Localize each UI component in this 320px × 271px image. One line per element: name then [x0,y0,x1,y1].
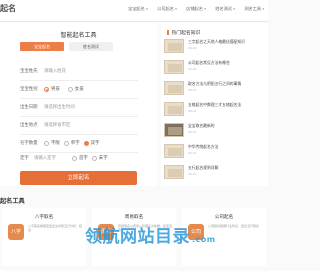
surname-label: 宝宝姓氏 [20,69,38,74]
fixed-last-radio[interactable]: 末字 [91,155,108,161]
article-title: 五格起名中数理三才五格起名法 [188,102,242,107]
radio-unchecked-icon [44,140,49,146]
nav-baby-naming[interactable]: 宝宝起名▼ [128,6,148,12]
article-item[interactable]: 五格起名中数理三才五格起名法 06-01 [164,102,268,118]
tool-description: 八字取名根据宝宝出生时辰五行分析，结合 [28,224,83,233]
fixed-char-label: 定字 [20,156,29,161]
article-date: 06-01 [188,172,197,176]
birthplace-picker[interactable]: 请选择省市区 [44,122,70,128]
divider [20,98,138,99]
article-item[interactable]: 中华传统起名方法 06-01 [164,144,268,160]
site-logo[interactable]: 起名 [0,3,16,14]
radio-checked-icon [83,140,89,146]
article-item[interactable]: 宝宝取名最新的 06-01 [164,123,268,139]
chevron-down-icon: ▼ [145,7,149,11]
name-count-row: 名字数量 不限 单字 双字 [20,140,103,146]
bazi-icon: 八字 [8,224,24,240]
radio-unchecked-icon [91,155,97,161]
article-item[interactable]: 五行起名规则详解 06-01 [164,165,268,181]
article-item[interactable]: 取名方法与阴阳五行之间的事情 06-01 [164,81,268,97]
name-count-label: 名字数量 [20,141,38,146]
main-nav: 宝宝起名▼ 公司起名▼ 店铺起名▼ 姓名测试▼ 测名工具▼ [128,6,273,12]
article-item[interactable]: 三字起名之天地人格最佳搭配知识 06-01 [164,39,268,55]
nav-shop-naming[interactable]: 店铺起名▼ [186,6,206,12]
naming-form: 智能起名工具 宝宝起名 姓名测试 宝宝姓氏 请输入姓氏 宝宝性别 男孩 女孩 出… [0,23,157,186]
divider [20,152,138,153]
article-title: 取名方法与阴阳五行之间的事情 [188,81,242,86]
hot-articles-title: 热门起名知识 [167,29,200,36]
chevron-down-icon: ▼ [174,7,178,11]
chevron-down-icon: ▼ [262,7,265,11]
tab-baby-naming[interactable]: 宝宝起名 [20,42,64,51]
nav-name-test[interactable]: 姓名测试▼ [215,6,235,12]
name-count-double-radio[interactable]: 双字 [83,140,99,146]
fixed-char-input[interactable]: 请输入定字 [34,155,72,161]
nav-tools[interactable]: 测名工具▼ [244,6,264,12]
birthdate-row: 出生日期 请选择出生时间 [20,104,75,110]
birthplace-label: 出生地点 [20,123,38,128]
birthplace-row: 出生地点 请选择省市区 [20,122,70,128]
radio-unchecked-icon [63,140,69,146]
tab-name-test[interactable]: 姓名测试 [69,42,113,51]
surname-row: 宝宝姓氏 请输入姓氏 [20,68,66,74]
article-date: 06-01 [188,88,197,92]
tools-heading: 起名工具 [0,198,25,205]
tool-card-bazi[interactable]: 八字取名 八字 八字取名根据宝宝出生时辰五行分析，结合 [2,208,86,266]
article-item[interactable]: 公司起名常见方法有哪些 06-01 [164,60,268,76]
radio-checked-icon [44,86,49,92]
divider [20,80,138,81]
article-thumbnail [164,60,184,74]
article-date: 06-01 [188,130,197,134]
form-tabs: 宝宝起名 姓名测试 [20,42,113,51]
divider [20,116,138,117]
birthdate-picker[interactable]: 请选择出生时间 [44,104,75,110]
name-count-single-radio[interactable]: 单字 [63,140,80,146]
article-title: 五行起名规则详解 [188,165,219,170]
article-title: 中华传统起名方法 [188,144,219,149]
article-title: 三字起名之天地人格最佳搭配知识 [188,39,245,44]
birthdate-label: 出生日期 [20,105,38,110]
article-thumbnail [164,144,184,158]
article-date: 06-01 [188,46,197,50]
fixed-char-row: 定字 请输入定字 首字 末字 [20,155,108,161]
radio-unchecked-icon [67,86,73,92]
site-header: 起名 宝宝起名▼ 公司起名▼ 店铺起名▼ 姓名测试▼ 测名工具▼ [0,0,268,22]
chevron-down-icon: ▼ [203,7,207,11]
tool-name: 八字取名 [34,215,54,220]
article-date: 06-01 [188,109,197,113]
title-accent-bar [167,30,169,35]
article-title: 公司起名常见方法有哪些 [188,60,230,65]
hot-articles-panel: 热门起名知识 三字起名之天地人格最佳搭配知识 06-01 公司起名常见方法有哪些 0… [161,23,268,186]
article-thumbnail [164,39,184,53]
article-date: 06-01 [188,151,197,155]
radio-unchecked-icon [72,155,77,161]
submit-naming-button[interactable]: 立即起名 [20,171,137,185]
gender-female-radio[interactable]: 女孩 [67,86,84,92]
fixed-first-radio[interactable]: 首字 [72,155,88,161]
tool-name: 公司起名 [214,215,234,220]
form-title: 智能起名工具 [60,32,97,39]
chevron-down-icon: ▼ [233,7,236,11]
name-count-none-radio[interactable]: 不限 [44,140,60,146]
article-title: 宝宝取名最新的 [188,123,215,128]
nav-company-naming[interactable]: 公司起名▼ [157,6,177,12]
article-thumbnail [164,165,184,179]
watermark: 领航网站目录 .com [85,227,216,247]
gender-label: 宝宝性别 [20,87,38,92]
surname-input[interactable]: 请输入姓氏 [44,68,66,74]
gender-male-radio[interactable]: 男孩 [44,86,60,92]
article-thumbnail [164,81,184,95]
gender-row: 宝宝性别 男孩 女孩 [20,86,92,92]
divider [20,134,138,135]
tool-name: 周易取名 [124,215,144,220]
article-thumbnail [164,123,184,137]
article-date: 06-01 [188,67,197,71]
tool-description: 公司起名根据行业特点，结合五行取名 [208,224,260,228]
article-thumbnail [164,102,184,116]
